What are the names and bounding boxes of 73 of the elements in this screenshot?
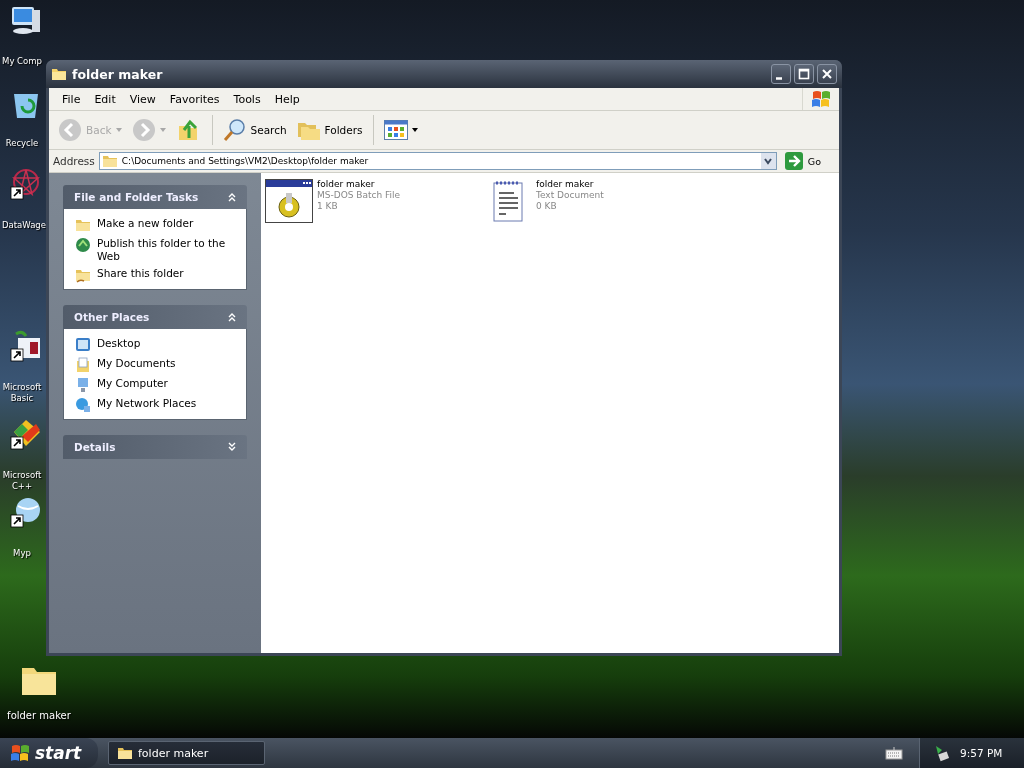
search-icon <box>222 118 247 142</box>
folders-button[interactable]: Folders <box>293 116 366 144</box>
menu-item[interactable]: Help <box>267 92 307 106</box>
panel-header[interactable]: File and Folder Tasks <box>63 185 247 209</box>
task-link[interactable]: My Network Places <box>97 397 197 410</box>
menu-item[interactable]: Tools <box>226 92 268 106</box>
windows-logo-icon <box>811 89 831 109</box>
dropdown-button[interactable] <box>760 153 776 169</box>
file-name: folder maker <box>317 179 376 190</box>
maximize-button[interactable] <box>794 64 814 84</box>
desktop-icon <box>75 337 91 353</box>
expand-chevron-icon <box>227 442 237 452</box>
desktop-icon-label: Microsoft Basic <box>2 382 42 404</box>
network-icon <box>75 397 91 413</box>
task-link[interactable]: Publish this folder to the Web <box>97 237 238 263</box>
globe-icon[interactable] <box>10 496 42 528</box>
minimize-icon <box>776 76 782 80</box>
file-name: folder maker <box>536 179 595 190</box>
panel-header[interactable]: Other Places <box>63 305 247 329</box>
go-button[interactable]: Go <box>780 152 835 170</box>
caret-icon <box>115 128 122 132</box>
computer-icon <box>75 377 91 393</box>
collapse-chevron-icon <box>227 312 237 322</box>
caret-icon <box>411 128 418 132</box>
view-grid-icon <box>383 120 408 140</box>
go-arrow-icon <box>784 152 803 170</box>
menu-item[interactable]: View <box>122 92 163 106</box>
folder-icon <box>75 267 91 283</box>
folder-icon <box>117 746 133 760</box>
folder-icon <box>101 154 118 168</box>
task-link[interactable]: Share this folder <box>97 267 184 280</box>
windows-logo-icon <box>10 743 30 763</box>
caret-icon <box>763 156 774 166</box>
menu-item[interactable]: Edit <box>87 92 123 106</box>
file-size: 0 KB <box>536 201 558 212</box>
keyboard-icon[interactable] <box>885 746 903 760</box>
search-button[interactable]: Search <box>219 116 290 144</box>
desktop-icon-label: My Comp <box>2 56 42 67</box>
file-type: MS-DOS Batch File <box>317 190 401 201</box>
panel-header[interactable]: Details <box>63 435 247 459</box>
globe-icon <box>75 237 91 253</box>
address-label: Address <box>53 155 95 167</box>
desktop-icon-label: Microsoft C++ <box>2 470 42 492</box>
computer-icon[interactable] <box>10 4 42 36</box>
file-type: Text Document <box>536 190 604 201</box>
start-button[interactable]: start <box>0 738 98 768</box>
app-icon[interactable] <box>10 168 42 200</box>
desktop-icon-label: Myp <box>12 548 32 559</box>
desktop-icon-label: folder maker <box>7 710 71 721</box>
file-size: 1 KB <box>317 201 339 212</box>
maximize-icon <box>798 68 810 80</box>
collapse-chevron-icon <box>227 192 237 202</box>
window-title: folder maker <box>72 66 163 82</box>
taskbar-button[interactable]: folder maker <box>108 741 265 765</box>
app-icon[interactable] <box>10 330 42 362</box>
task-link[interactable]: My Documents <box>97 357 176 370</box>
close-button[interactable] <box>817 64 837 84</box>
address-field[interactable]: C:\Documents and Settings\VM2\Desktop\folder maker <box>98 152 777 170</box>
app-icon[interactable] <box>10 418 42 450</box>
close-icon <box>821 68 833 80</box>
folder-icon <box>51 67 67 81</box>
task-link[interactable]: Desktop <box>97 337 141 350</box>
minimize-button[interactable] <box>771 64 791 84</box>
folder-icon <box>75 217 91 233</box>
task-link[interactable]: Make a new folder <box>97 217 194 230</box>
batch-file-icon[interactable] <box>265 179 313 223</box>
desktop-icon-label: Recycle <box>4 138 40 149</box>
menu-item[interactable]: File <box>55 92 88 106</box>
task-link[interactable]: My Computer <box>97 377 168 390</box>
menu-item[interactable]: Favorites <box>162 92 227 106</box>
documents-icon <box>75 357 91 373</box>
caret-icon <box>159 128 166 132</box>
clock: 9:57 PM <box>960 747 1003 759</box>
